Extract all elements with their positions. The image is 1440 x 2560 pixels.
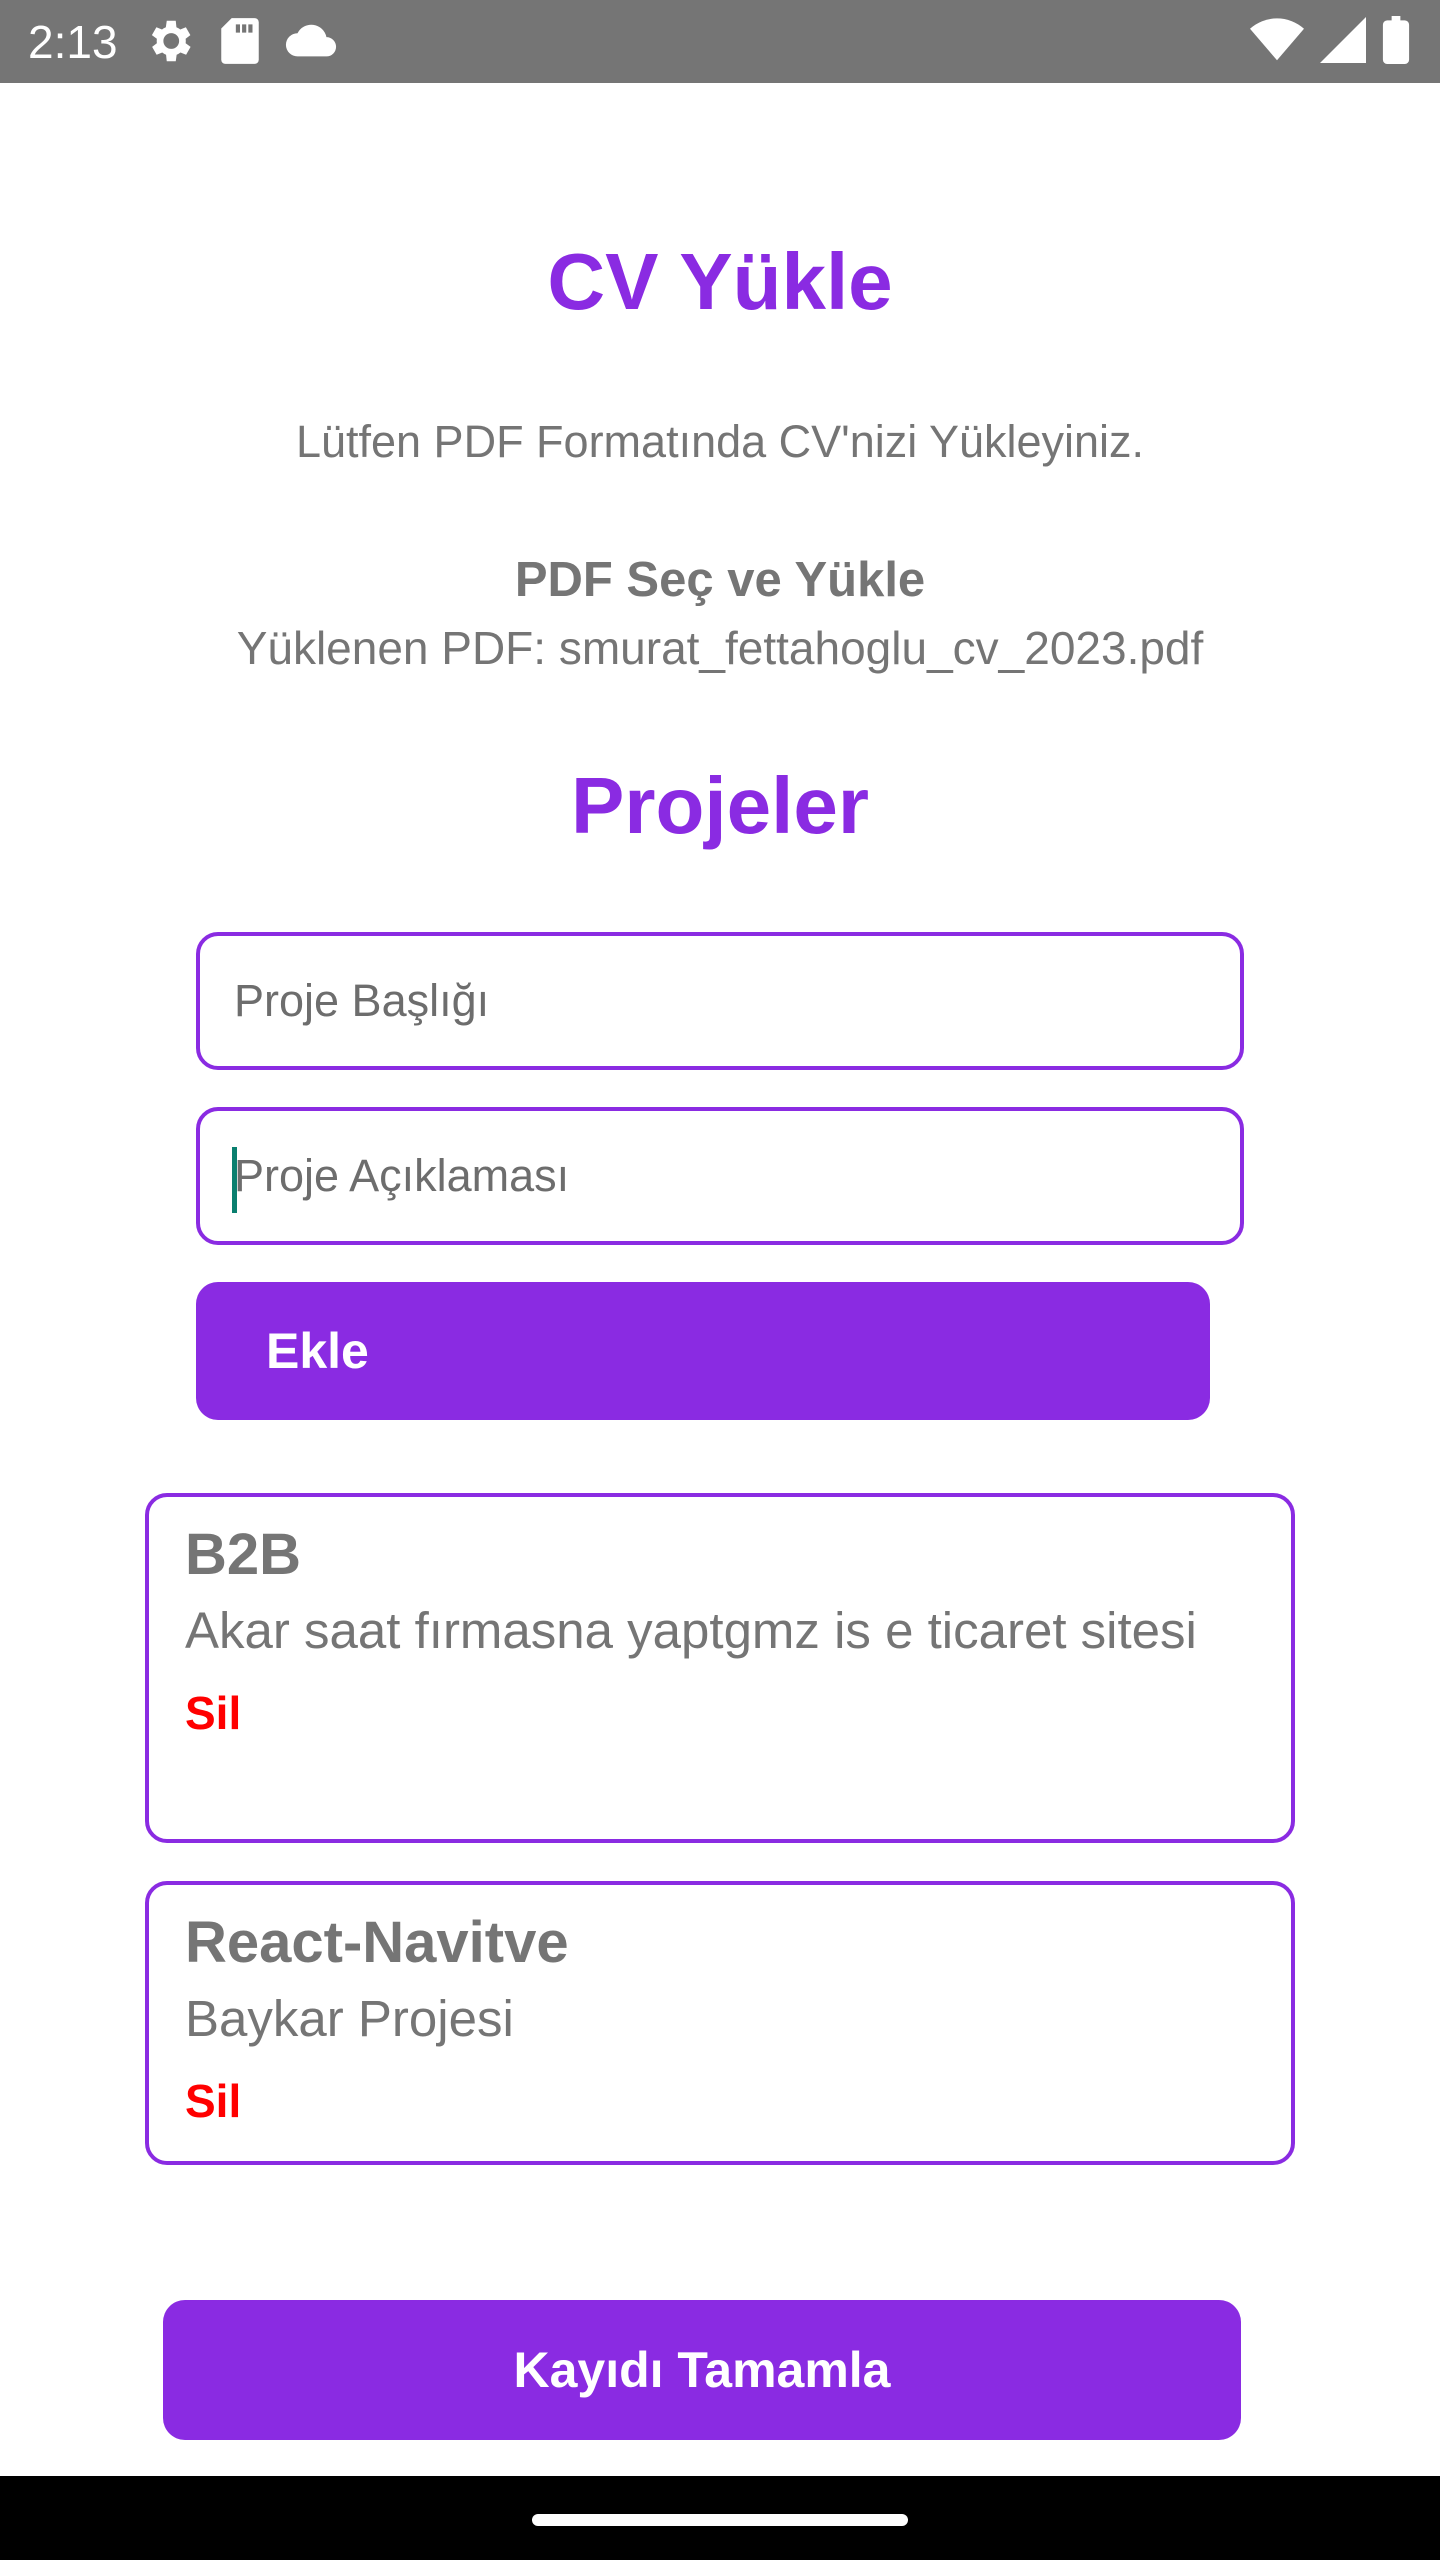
pdf-select-button[interactable]: PDF Seç ve Yükle xyxy=(0,550,1440,610)
project-description: Baykar Projesi xyxy=(185,1990,514,2047)
home-gesture-handle[interactable] xyxy=(532,2514,908,2526)
cv-instructions: Lütfen PDF Formatında CV'nizi Yükleyiniz… xyxy=(295,416,1145,467)
add-project-button[interactable]: Ekle xyxy=(196,1282,1210,1420)
page-title: CV Yükle xyxy=(547,237,893,326)
text-cursor xyxy=(232,1147,237,1213)
projects-title: Projeler xyxy=(571,761,869,850)
navigation-bar xyxy=(0,2476,1440,2560)
settings-icon xyxy=(142,14,196,68)
project-title-placeholder: Proje Başlığı xyxy=(234,975,490,1026)
signal-icon xyxy=(1320,17,1366,63)
delete-project-button[interactable]: Sil xyxy=(185,1683,241,1743)
delete-project-button[interactable]: Sil xyxy=(185,2071,241,2131)
complete-registration-button[interactable]: Kayıdı Tamamla xyxy=(163,2300,1241,2440)
cloud-icon xyxy=(284,21,338,61)
sd-card-icon xyxy=(218,16,262,66)
status-right-icons xyxy=(1234,16,1410,64)
project-card: React-Navitve Baykar Projesi Sil xyxy=(145,1881,1295,2165)
battery-icon xyxy=(1382,16,1410,64)
project-title-input[interactable]: Proje Başlığı xyxy=(196,932,1244,1070)
status-left-icons xyxy=(142,14,360,68)
uploaded-pdf-label: Yüklenen PDF: smurat_fettahoglu_cv_2023.… xyxy=(236,622,1204,674)
project-title: React-Navitve xyxy=(185,1910,569,1975)
project-title: B2B xyxy=(185,1522,302,1587)
wifi-icon xyxy=(1250,17,1304,63)
status-time: 2:13 xyxy=(28,16,118,68)
status-bar: 2:13 xyxy=(0,0,1440,83)
project-card: B2B Akar saat fırmasna yaptgmz is e tica… xyxy=(145,1493,1295,1843)
project-description-input[interactable]: Proje Açıklaması xyxy=(196,1107,1244,1245)
project-description-placeholder: Proje Açıklaması xyxy=(234,1150,570,1201)
project-description: Akar saat fırmasna yaptgmz is e ticaret … xyxy=(185,1602,1197,1659)
